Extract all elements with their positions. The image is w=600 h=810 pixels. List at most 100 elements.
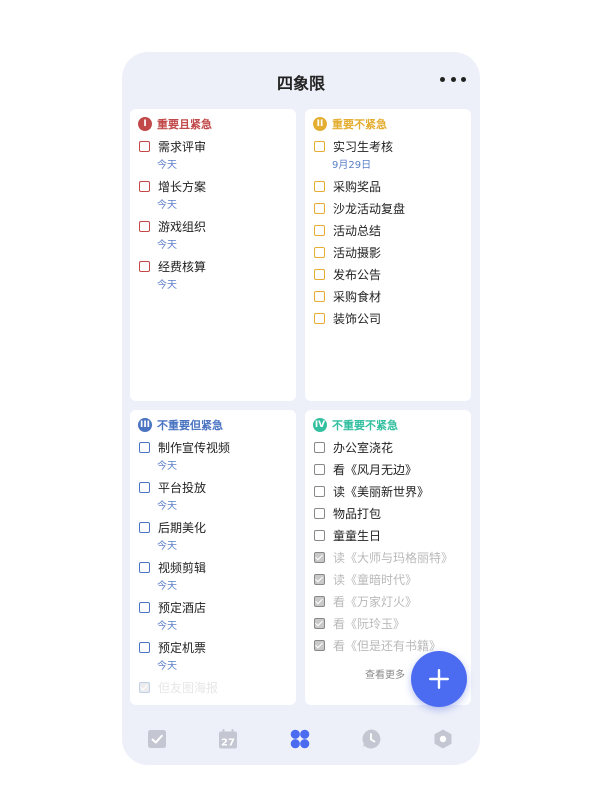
nav-calendar[interactable]: 27 xyxy=(217,728,239,750)
task-item-completed[interactable]: 读《童暗时代》 xyxy=(314,571,417,588)
task-item[interactable]: 装饰公司 xyxy=(314,310,381,327)
task-item[interactable]: 读《美丽新世界》 xyxy=(314,483,429,500)
task-label: 采购食材 xyxy=(333,290,382,304)
task-item[interactable]: 活动摄影 xyxy=(314,244,381,261)
nav-pomodoro[interactable] xyxy=(360,728,382,750)
task-checkbox[interactable] xyxy=(314,141,325,152)
task-label: 后期美化 xyxy=(158,521,207,535)
task-checkbox-checked[interactable] xyxy=(314,574,325,585)
task-checkbox-checked[interactable] xyxy=(314,552,325,563)
task-item[interactable]: 后期美化 xyxy=(139,519,206,536)
task-date: 今天 xyxy=(157,461,177,472)
task-item[interactable]: 采购食材 xyxy=(314,288,381,305)
nav-settings[interactable] xyxy=(432,728,454,750)
task-label: 活动摄影 xyxy=(333,246,382,260)
task-checkbox[interactable] xyxy=(314,225,325,236)
task-label: 装饰公司 xyxy=(333,312,382,326)
task-item[interactable]: 增长方案 xyxy=(139,178,206,195)
task-checkbox[interactable] xyxy=(314,464,325,475)
task-item[interactable]: 预定机票 xyxy=(139,639,206,656)
task-label: 制作宣传视频 xyxy=(158,441,231,455)
task-date: 今天 xyxy=(157,661,177,672)
see-more-link[interactable]: 查看更多 xyxy=(365,666,405,681)
task-checkbox-checked[interactable] xyxy=(139,682,150,693)
task-label: 物品打包 xyxy=(333,507,382,521)
task-item[interactable]: 物品打包 xyxy=(314,505,381,522)
task-date: 今天 xyxy=(157,541,177,552)
more-menu-icon[interactable] xyxy=(440,68,466,90)
nav-quadrants[interactable] xyxy=(289,728,311,750)
task-checkbox[interactable] xyxy=(139,562,150,573)
task-item-completed[interactable]: 看《万家灯火》 xyxy=(314,593,417,610)
task-item-completed[interactable]: 但友图海报 xyxy=(139,679,218,696)
task-checkbox-checked[interactable] xyxy=(314,596,325,607)
add-task-button[interactable] xyxy=(411,651,467,707)
hexagon-icon xyxy=(434,729,452,749)
quadrant-header[interactable]: I 重要且紧急 xyxy=(138,116,212,132)
task-checkbox[interactable] xyxy=(139,482,150,493)
task-checkbox[interactable] xyxy=(314,269,325,280)
task-checkbox[interactable] xyxy=(139,522,150,533)
task-item-completed[interactable]: 看《阮玲玉》 xyxy=(314,615,405,632)
task-item[interactable]: 沙龙活动复盘 xyxy=(314,200,405,217)
task-label: 但友图海报 xyxy=(158,681,219,695)
task-checkbox[interactable] xyxy=(139,221,150,232)
quadrant-header[interactable]: II 重要不紧急 xyxy=(313,116,387,132)
task-label: 看《阮玲玉》 xyxy=(333,617,406,631)
task-item[interactable]: 采购奖品 xyxy=(314,178,381,195)
task-label: 看《但是还有书籍》 xyxy=(333,639,442,653)
task-checkbox[interactable] xyxy=(139,442,150,453)
quadrant-not-important-urgent: III 不重要但紧急 制作宣传视频 今天 平台投放 今天 后期美化 今天 视频剪… xyxy=(130,410,296,705)
task-label: 读《美丽新世界》 xyxy=(333,485,430,499)
task-check-icon xyxy=(148,730,166,748)
task-item[interactable]: 经费核算 xyxy=(139,258,206,275)
nav-tasks[interactable] xyxy=(146,728,168,750)
task-checkbox[interactable] xyxy=(314,247,325,258)
task-checkbox[interactable] xyxy=(139,602,150,613)
task-label: 需求评审 xyxy=(158,140,207,154)
task-item[interactable]: 制作宣传视频 xyxy=(139,439,230,456)
task-item[interactable]: 办公室浇花 xyxy=(314,439,393,456)
task-item-completed[interactable]: 读《大师与玛格丽特》 xyxy=(314,549,453,566)
task-item[interactable]: 视频剪辑 xyxy=(139,559,206,576)
roman-numeral-icon: I xyxy=(138,117,152,131)
task-checkbox[interactable] xyxy=(314,508,325,519)
quadrant-header[interactable]: IV 不重要不紧急 xyxy=(313,417,398,433)
task-label: 活动总结 xyxy=(333,224,382,238)
task-checkbox[interactable] xyxy=(139,141,150,152)
task-label: 看《万家灯火》 xyxy=(333,595,418,609)
task-item[interactable]: 平台投放 xyxy=(139,479,206,496)
task-checkbox[interactable] xyxy=(314,313,325,324)
task-label: 读《大师与玛格丽特》 xyxy=(333,551,454,565)
task-checkbox-checked[interactable] xyxy=(314,640,325,651)
task-date: 今天 xyxy=(157,160,177,171)
task-checkbox[interactable] xyxy=(139,642,150,653)
task-checkbox-checked[interactable] xyxy=(314,618,325,629)
task-item[interactable]: 看《风月无边》 xyxy=(314,461,417,478)
task-checkbox[interactable] xyxy=(314,530,325,541)
header: 四象限 xyxy=(122,52,480,108)
task-date: 今天 xyxy=(157,240,177,251)
task-item[interactable]: 预定酒店 xyxy=(139,599,206,616)
task-checkbox[interactable] xyxy=(139,261,150,272)
task-checkbox[interactable] xyxy=(314,181,325,192)
clock-icon xyxy=(362,729,381,749)
task-checkbox[interactable] xyxy=(139,181,150,192)
task-checkbox[interactable] xyxy=(314,442,325,453)
task-label: 办公室浇花 xyxy=(333,441,394,455)
task-item[interactable]: 游戏组织 xyxy=(139,218,206,235)
task-item[interactable]: 童童生日 xyxy=(314,527,381,544)
quadrant-important-not-urgent: II 重要不紧急 实习生考核 9月29日 采购奖品 沙龙活动复盘 活动总结 活动… xyxy=(305,109,471,401)
quadrant-header[interactable]: III 不重要但紧急 xyxy=(138,417,223,433)
task-item[interactable]: 实习生考核 xyxy=(314,138,393,155)
task-label: 采购奖品 xyxy=(333,180,382,194)
task-item[interactable]: 活动总结 xyxy=(314,222,381,239)
task-checkbox[interactable] xyxy=(314,203,325,214)
task-item-completed[interactable]: 看《但是还有书籍》 xyxy=(314,637,441,654)
task-checkbox[interactable] xyxy=(314,291,325,302)
task-checkbox[interactable] xyxy=(314,486,325,497)
task-item[interactable]: 发布公告 xyxy=(314,266,381,283)
task-label: 游戏组织 xyxy=(158,220,207,234)
task-item[interactable]: 需求评审 xyxy=(139,138,206,155)
quadrant-title: 不重要不紧急 xyxy=(332,419,398,432)
